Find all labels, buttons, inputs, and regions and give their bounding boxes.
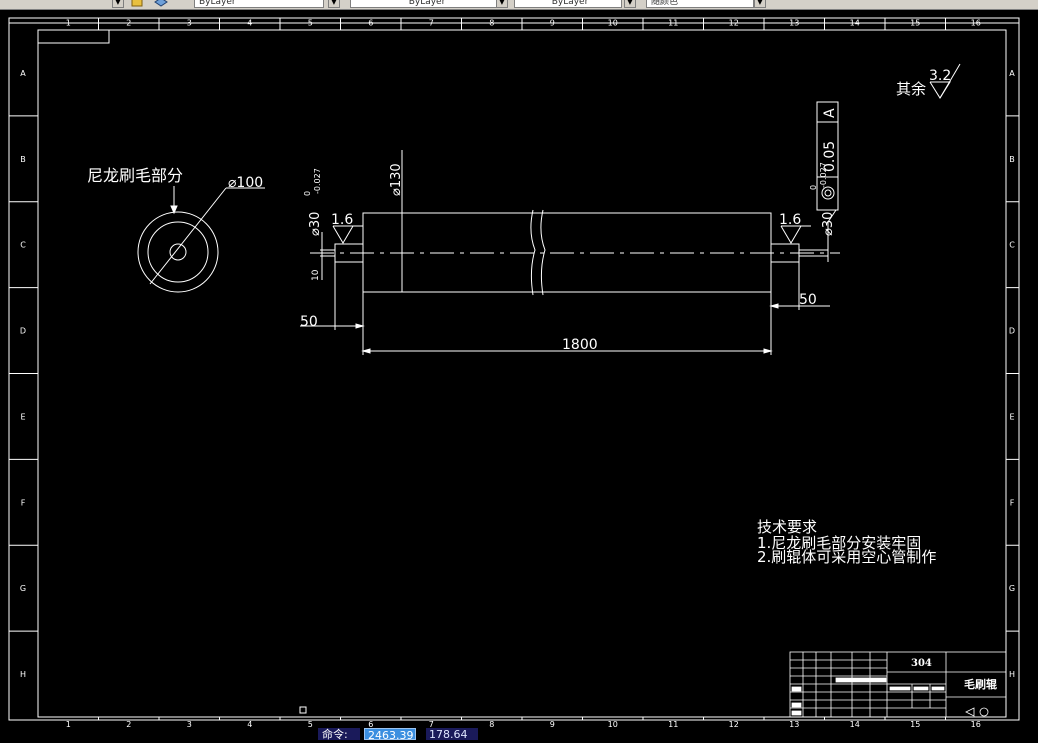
frame-row-label: F [1010,498,1015,507]
coordinate-y-input[interactable]: 178.64 [426,728,478,741]
frame-column-label: 5 [308,720,313,728]
right-shaft-diameter-dim: ⌀30 [821,212,836,236]
frame-column-label: 8 [489,19,494,28]
frame-column-label: 16 [971,19,981,28]
frame-column-label: 2 [126,720,131,728]
command-label: 命令: [318,728,360,741]
left-shaft-tol-lower: -0.027 [313,168,322,194]
color-combo[interactable]: 随颜色 [646,0,754,8]
frame-column-label: 6 [368,720,373,728]
frame-row-label: A [20,69,26,78]
frame-column-label: 1 [66,720,71,728]
roughness-left-icon [332,225,363,244]
frame-column-label: 9 [550,19,555,28]
frame-row-label: G [20,584,26,593]
frame-column-label: 13 [789,720,799,728]
frame-row-label: F [21,498,26,507]
frame-column-label: 13 [789,19,799,28]
left-shaft-diameter-dim: ⌀30 [308,212,323,236]
frame-column-label: 6 [368,19,373,28]
roughness-general-prefix: 其余 [896,80,926,98]
tolerance-frame-value: 0.05 [822,141,838,172]
left-shaft-length-dim: 50 [300,314,318,330]
frame-row-label: E [20,412,25,421]
frame-row-label: C [20,241,26,250]
frame-row-label: G [1009,584,1015,593]
frame-column-label: 7 [429,720,434,728]
frame-column-label: 10 [608,19,618,28]
layer-stack-icon[interactable] [154,0,168,8]
dropdown-arrow-icon[interactable]: ▼ [624,0,636,8]
frame-column-label: 15 [910,720,920,728]
frame-column-label: 3 [187,720,192,728]
drawing-canvas[interactable]: 1122334455667788991010111112121313141415… [0,10,1038,728]
frame-row-label: A [1009,69,1015,78]
frame-column-label: 8 [489,720,494,728]
frame-column-label: 7 [429,19,434,28]
properties-toolbar: ▼ ByLayer ▼ ByLayer ▼ ByLayer ▼ 随颜色 ▼ [0,0,1038,10]
frame-column-label: 4 [247,720,252,728]
frame-column-labels: 1122334455667788991010111112121313141415… [66,19,981,729]
frame-row-label: D [20,327,26,336]
frame-row-labels: A A B B C C D D E E F F G G H H [20,69,1015,679]
frame-column-label: 10 [608,720,618,728]
tolerance-frame-datum: A [822,108,838,118]
layer-state-icon[interactable] [131,0,145,8]
roller-diameter-dim: ⌀130 [389,163,404,196]
frame-column-label: 12 [729,19,739,28]
frame-row-label: E [1009,412,1014,421]
notes-line-2: 2.刷辊体可采用空心管制作 [757,548,936,566]
frame-column-label: 3 [187,19,192,28]
roughness-right-icon [780,225,811,244]
roughness-general-value: 3.2 [929,68,951,84]
roller-main-view [300,150,840,355]
frame-column-label: 12 [729,720,739,728]
drawing-frame [8,17,1020,721]
dropdown-arrow-icon[interactable]: ▼ [754,0,766,8]
dropdown-arrow-icon[interactable]: ▼ [496,0,508,8]
right-shaft-length-dim: 50 [799,292,817,308]
frame-column-label: 11 [668,720,678,728]
coordinate-x-input[interactable]: 2463.39 [364,728,416,742]
frame-column-label: 5 [308,19,313,28]
roller-length-dim: 1800 [562,337,598,353]
frame-row-label: C [1009,241,1015,250]
lineweight-combo[interactable]: ByLayer [514,0,622,8]
command-line[interactable]: 命令: 2463.39 178.64 [0,728,1038,742]
roughness-right-value: 1.6 [779,212,801,228]
frame-column-label: 4 [247,19,252,28]
dropdown-arrow-icon[interactable]: ▼ [328,0,340,8]
frame-column-label: 1 [66,19,71,28]
frame-column-label: 2 [126,19,131,28]
frame-row-label: H [20,670,26,679]
frame-column-label: 9 [550,720,555,728]
frame-column-label: 14 [850,19,860,28]
dropdown-arrow-icon[interactable]: ▼ [112,0,124,8]
frame-column-label: 14 [850,720,860,728]
keyway-dim: 10 [311,269,321,281]
frame-column-label: 11 [668,19,678,28]
ucs-origin-marker-icon [299,706,307,714]
frame-row-label: B [1009,155,1015,164]
brush-diameter-dim: ⌀100 [228,175,263,191]
frame-row-label: H [1009,670,1015,679]
frame-column-label: 15 [910,19,920,28]
brush-end-view [137,186,265,293]
frame-column-label: 16 [971,720,981,728]
roughness-left-value: 1.6 [331,212,353,228]
frame-row-label: D [1009,327,1015,336]
layer-combo[interactable]: ByLayer [194,0,324,8]
brush-part-label: 尼龙刷毛部分 [87,166,183,185]
linetype-combo[interactable]: ByLayer [350,0,500,8]
left-shaft-tol-upper: 0 [303,191,312,196]
title-block-material: 304 [911,658,932,669]
frame-row-label: B [20,155,26,164]
title-block-part-name: 毛刷辊 [964,677,997,691]
